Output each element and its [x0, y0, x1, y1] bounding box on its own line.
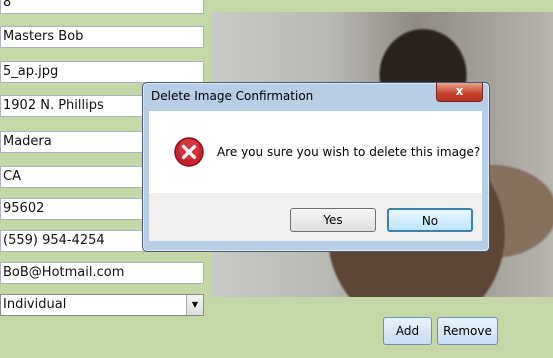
no-button[interactable]: No [387, 208, 473, 232]
dialog-footer: Yes No [149, 193, 482, 241]
email-field[interactable]: BoB@Hotmail.com [0, 262, 204, 284]
type-select[interactable]: Individual ▼ [0, 294, 204, 316]
delete-confirmation-dialog: Delete Image Confirmation x Are you sure… [142, 82, 490, 252]
dialog-body: Are you sure you wish to delete this ima… [149, 111, 482, 193]
chevron-down-icon[interactable]: ▼ [186, 295, 203, 315]
close-icon[interactable]: x [436, 83, 483, 102]
dialog-title: Delete Image Confirmation [151, 89, 314, 103]
id-field[interactable]: 8 [0, 0, 204, 14]
yes-button[interactable]: Yes [290, 208, 376, 232]
dialog-message: Are you sure you wish to delete this ima… [217, 145, 481, 159]
image-file-field[interactable]: 5_ap.jpg [0, 61, 204, 83]
add-button[interactable]: Add [383, 317, 432, 345]
type-select-value: Individual [3, 297, 67, 312]
name-field[interactable]: Masters Bob [0, 26, 204, 48]
remove-button[interactable]: Remove [437, 317, 498, 345]
error-icon [174, 137, 204, 167]
